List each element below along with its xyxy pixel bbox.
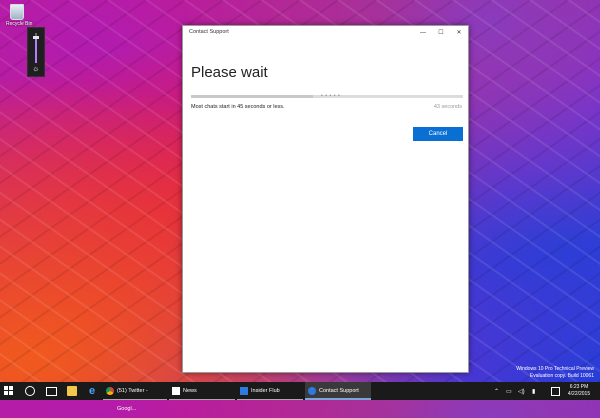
taskbar: e (51) Twitter - Googl... News Insider F… [0,382,600,412]
battery-icon[interactable]: ▮ [532,388,535,395]
window-title: Contact Support [189,29,229,35]
flub-icon [240,387,248,395]
recycle-bin-shortcut[interactable]: Recycle Bin [6,4,33,27]
news-icon [172,387,180,395]
task-view-icon[interactable] [46,387,57,396]
contact-support-icon [308,387,316,395]
volume-slider-thumb[interactable] [33,35,39,39]
watermark-edition: Windows 10 Pro Technical Preview [516,366,594,372]
speaker-icon[interactable]: ☼ [32,65,39,73]
chrome-icon [106,387,114,395]
start-button[interactable] [4,386,14,396]
taskbar-app-news[interactable]: News [169,382,235,400]
taskbar-app-insider-flub[interactable]: Insider Flub [237,382,303,400]
system-tray: ⌃ ▭ ◁) ▮ 6:23 PM 4/22/2015 [490,382,600,400]
progress-fill [191,95,314,98]
countdown-timer: 43 seconds [433,104,462,110]
volume-flyout: ☼ [27,27,45,77]
clock-time: 6:23 PM [569,384,589,390]
cortana-search-icon[interactable] [25,386,35,396]
page-title: Please wait [191,64,268,81]
watermark-build: Evaluation copy. Build 10061 [529,373,594,379]
clock-date: 4/22/2015 [567,391,591,397]
network-icon[interactable]: ▭ [506,388,512,395]
show-hidden-icons-chevron-icon[interactable]: ⌃ [494,388,499,395]
taskbar-app-contact-support[interactable]: Contact Support [305,382,371,400]
maximize-button[interactable]: ☐ [432,26,450,40]
taskbar-app-twitter[interactable]: (51) Twitter - Googl... [103,382,167,412]
taskbar-app-label: News [183,388,197,394]
taskbar-app-label: (51) Twitter - Googl... [117,388,148,412]
title-bar[interactable]: Contact Support — ☐ ✕ [183,26,468,40]
file-explorer-icon[interactable] [67,386,77,396]
build-watermark: Windows 10 Pro Technical Preview Evaluat… [516,366,594,380]
close-button[interactable]: ✕ [450,26,468,40]
speaker-icon[interactable]: ◁) [518,388,525,395]
volume-slider[interactable] [33,33,39,63]
system-clock[interactable]: 6:23 PM 4/22/2015 [564,384,594,398]
contact-support-window: Contact Support — ☐ ✕ Please wait ••••• … [182,25,469,373]
taskbar-app-label: Contact Support [319,388,359,394]
recycle-bin-icon [10,4,24,20]
taskbar-app-label: Insider Flub [251,388,280,394]
minimize-button[interactable]: — [414,26,432,40]
internet-explorer-icon[interactable]: e [87,386,97,397]
progress-bar: ••••• [191,93,463,99]
cancel-button[interactable]: Cancel [413,127,463,141]
progress-dots-indicator: ••••• [321,93,343,99]
action-center-icon[interactable] [551,387,560,396]
recycle-bin-label: Recycle Bin [6,21,33,27]
wait-message: Most chats start in 45 seconds or less. [191,104,285,110]
volume-level [35,37,37,63]
